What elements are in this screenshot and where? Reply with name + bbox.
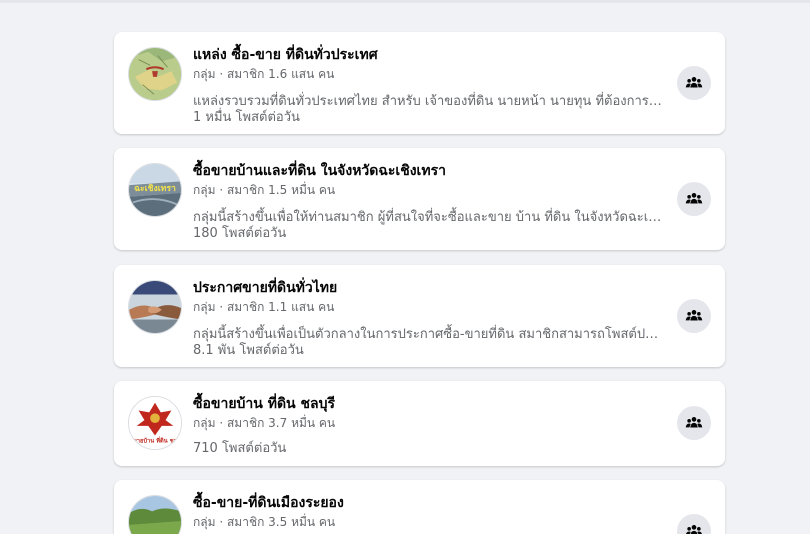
top-divider — [0, 0, 810, 3]
group-avatar[interactable] — [128, 47, 182, 101]
group-join-icon — [685, 310, 703, 321]
group-avatar[interactable] — [128, 495, 182, 534]
group-post-rate: 1 หมื่น โพสต์ต่อวัน — [193, 110, 300, 125]
group-name[interactable]: ซื้อขายบ้านและที่ดิน ในจังหวัดฉะเชิงเทรา — [193, 160, 665, 182]
group-post-rate: 8.1 พัน โพสต์ต่อวัน — [193, 343, 304, 358]
group-meta: กลุ่ม · สมาชิก 3.5 หมื่น คน — [193, 515, 336, 529]
join-group-button[interactable] — [677, 406, 711, 440]
group-name[interactable]: ประกาศขายที่ดินทั่วไทย — [193, 277, 665, 299]
group-name[interactable]: แหล่ง ซื้อ-ขาย ที่ดินทั่วประเทศ — [193, 44, 665, 66]
group-meta: กลุ่ม · สมาชิก 1.5 หมื่น คน — [193, 183, 336, 197]
group-join-icon — [685, 77, 703, 88]
group-meta: กลุ่ม · สมาชิก 3.7 หมื่น คน — [193, 416, 336, 430]
join-group-button[interactable] — [677, 299, 711, 333]
group-name[interactable]: ซื้อขายบ้าน ที่ดิน ชลบุรี — [193, 393, 665, 415]
group-avatar[interactable]: ขายบ้าน ที่ดิน ชล — [128, 396, 182, 450]
group-card[interactable]: ฉะเชิงเทรา ซื้อขายบ้านและที่ดิน ในจังหวั… — [114, 148, 725, 250]
avatar-overlay-text: ฉะเชิงเทรา — [134, 183, 176, 194]
group-card[interactable]: ซื้อ-ขาย-ที่ดินเมืองระยอง กลุ่ม · สมาชิก… — [114, 480, 725, 534]
group-avatar[interactable]: ฉะเชิงเทรา — [128, 163, 182, 217]
join-group-button[interactable] — [677, 182, 711, 216]
group-avatar[interactable] — [128, 280, 182, 334]
group-post-rate: 180 โพสต์ต่อวัน — [193, 226, 287, 241]
group-meta: กลุ่ม · สมาชิก 1.1 แสน คน — [193, 300, 335, 314]
group-join-icon — [686, 525, 702, 534]
group-meta: กลุ่ม · สมาชิก 1.6 แสน คน — [193, 67, 335, 81]
group-join-icon — [685, 193, 703, 204]
group-card[interactable]: ขายบ้าน ที่ดิน ชล ซื้อขายบ้าน ที่ดิน ชลบ… — [114, 381, 725, 466]
join-group-button[interactable] — [677, 66, 711, 100]
group-card[interactable]: แหล่ง ซื้อ-ขาย ที่ดินทั่วประเทศ กลุ่ม · … — [114, 32, 725, 134]
group-card[interactable]: ประกาศขายที่ดินทั่วไทย กลุ่ม · สมาชิก 1.… — [114, 265, 725, 367]
group-name[interactable]: ซื้อ-ขาย-ที่ดินเมืองระยอง — [193, 492, 665, 514]
group-post-rate: 710 โพสต์ต่อวัน — [193, 441, 287, 456]
group-join-icon — [685, 417, 703, 428]
join-group-button[interactable] — [677, 514, 711, 534]
